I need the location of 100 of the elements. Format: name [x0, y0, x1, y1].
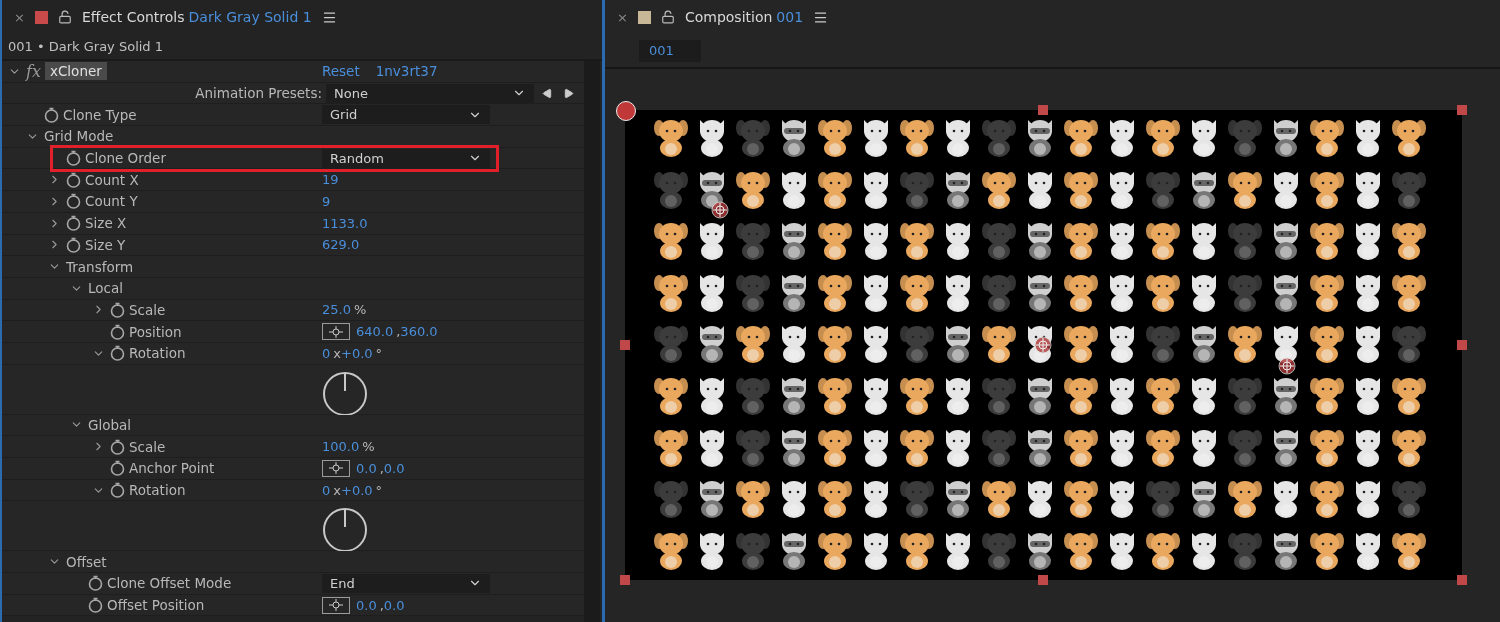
close-button[interactable]: × [14, 9, 25, 25]
selection-handle[interactable] [620, 340, 630, 350]
label-color-icon [637, 10, 651, 24]
lock-icon[interactable] [660, 10, 675, 24]
property-label: Transform [66, 258, 134, 275]
property-label: Rotation [129, 482, 186, 499]
rotation-dial[interactable] [322, 507, 368, 554]
rotation-dial[interactable] [322, 370, 368, 417]
property-label: Offset [66, 553, 107, 570]
panel-title[interactable]: Composition [684, 9, 773, 25]
property-label: Clone Offset Mode [107, 575, 232, 592]
menu-icon[interactable] [813, 9, 829, 25]
label-color-icon [34, 10, 48, 24]
separator-text: , [379, 460, 384, 476]
property-label: Scale [129, 438, 166, 455]
effect-name[interactable]: xCloner [44, 62, 107, 81]
property-label: Grid Mode [44, 128, 114, 145]
anchor-dot[interactable] [616, 101, 636, 121]
stopwatch-icon[interactable] [66, 171, 81, 188]
close-button[interactable]: × [617, 9, 628, 25]
property-label: Anchor Point [129, 460, 215, 477]
crosshair-icon[interactable] [1034, 336, 1052, 354]
target-button[interactable] [322, 459, 350, 477]
property-label: Scale [129, 301, 166, 318]
value-text[interactable]: 25.0 [322, 302, 351, 318]
property-label: Global [88, 416, 132, 433]
property-label: Count Y [85, 193, 138, 210]
lock-icon[interactable] [57, 10, 72, 24]
crosshair-icon[interactable] [711, 201, 729, 219]
value-text[interactable]: 9 [322, 193, 331, 209]
property-label: Size Y [85, 236, 126, 253]
dropdown[interactable]: End [322, 573, 490, 593]
next-preset-button[interactable] [563, 87, 574, 99]
property-label: Offset Position [107, 597, 205, 614]
value-text[interactable]: 19 [322, 172, 339, 188]
stopwatch-icon[interactable] [88, 575, 103, 592]
dropdown[interactable]: Random [322, 148, 490, 168]
property-label: Clone Order [85, 150, 166, 167]
separator-text: , [396, 324, 401, 340]
property-label: Size X [85, 215, 127, 232]
selection-handle[interactable] [1457, 575, 1467, 585]
target-button[interactable] [322, 596, 350, 614]
selection-handle[interactable] [1038, 105, 1048, 115]
stopwatch-icon[interactable] [110, 323, 125, 340]
panel-title[interactable]: Effect Controls [81, 9, 185, 25]
layer-name[interactable]: Dark Gray Solid 1 [188, 9, 312, 25]
multiplier-text: x [333, 345, 341, 361]
composition-tab[interactable]: 001 [639, 39, 701, 62]
value-text[interactable]: 0.0 [356, 460, 377, 476]
value-text[interactable]: 100.0 [322, 439, 360, 455]
presets-label: Animation Presets: [195, 85, 322, 102]
property-label: Clone Type [63, 106, 137, 123]
stopwatch-icon[interactable] [110, 460, 125, 477]
unit-text: % [362, 439, 375, 455]
crosshair-icon [329, 599, 343, 612]
stopwatch-icon[interactable] [66, 150, 81, 167]
unit-text: ° [375, 345, 383, 361]
property-label: Count X [85, 171, 139, 188]
selection-handle[interactable] [1457, 340, 1467, 350]
selection-handle[interactable] [1038, 575, 1048, 585]
property-label: Position [129, 323, 182, 340]
value-text[interactable]: 0.0 [383, 460, 405, 476]
multiplier-text: x [333, 482, 341, 498]
stopwatch-icon[interactable] [44, 106, 59, 123]
crosshair-icon [329, 325, 343, 338]
unit-text: % [353, 302, 367, 318]
reset-link[interactable]: Reset [322, 63, 360, 80]
target-button[interactable] [322, 323, 350, 341]
previous-preset-button[interactable] [542, 87, 553, 99]
stopwatch-icon[interactable] [110, 345, 125, 362]
value-text[interactable]: +0.0 [341, 345, 373, 361]
property-label: Rotation [129, 345, 186, 362]
selection-handle[interactable] [1457, 105, 1467, 115]
value-text[interactable]: 640.0 [356, 324, 394, 340]
selection-handle[interactable] [620, 575, 630, 585]
stopwatch-icon[interactable] [66, 215, 81, 232]
fx-icon[interactable]: fx [26, 61, 41, 81]
stopwatch-icon[interactable] [110, 482, 125, 499]
unit-text: ° [375, 482, 383, 498]
stopwatch-icon[interactable] [66, 236, 81, 253]
composition-canvas[interactable] [625, 110, 1462, 580]
breadcrumb-text: 001 • Dark Gray Solid 1 [8, 39, 164, 54]
value-text[interactable]: 0 [322, 345, 331, 361]
value-text[interactable]: 0.0 [356, 597, 377, 613]
value-text[interactable]: 0 [322, 482, 331, 498]
value-text[interactable]: 1133.0 [322, 215, 368, 231]
value-text[interactable]: +0.0 [341, 482, 373, 498]
dropdown[interactable]: Grid [322, 105, 490, 125]
about-link[interactable]: 1nv3rt37 [375, 63, 438, 80]
crosshair-icon[interactable] [1278, 357, 1296, 375]
stopwatch-icon[interactable] [110, 438, 125, 455]
separator-text: , [379, 597, 384, 613]
value-text[interactable]: 360.0 [400, 324, 438, 340]
stopwatch-icon[interactable] [110, 301, 125, 318]
menu-icon[interactable] [321, 9, 337, 25]
value-text[interactable]: 629.0 [322, 237, 360, 253]
stopwatch-icon[interactable] [88, 597, 103, 614]
composition-name[interactable]: 001 [776, 9, 804, 25]
presets-dropdown[interactable]: None [326, 83, 534, 103]
stopwatch-icon[interactable] [66, 193, 81, 210]
